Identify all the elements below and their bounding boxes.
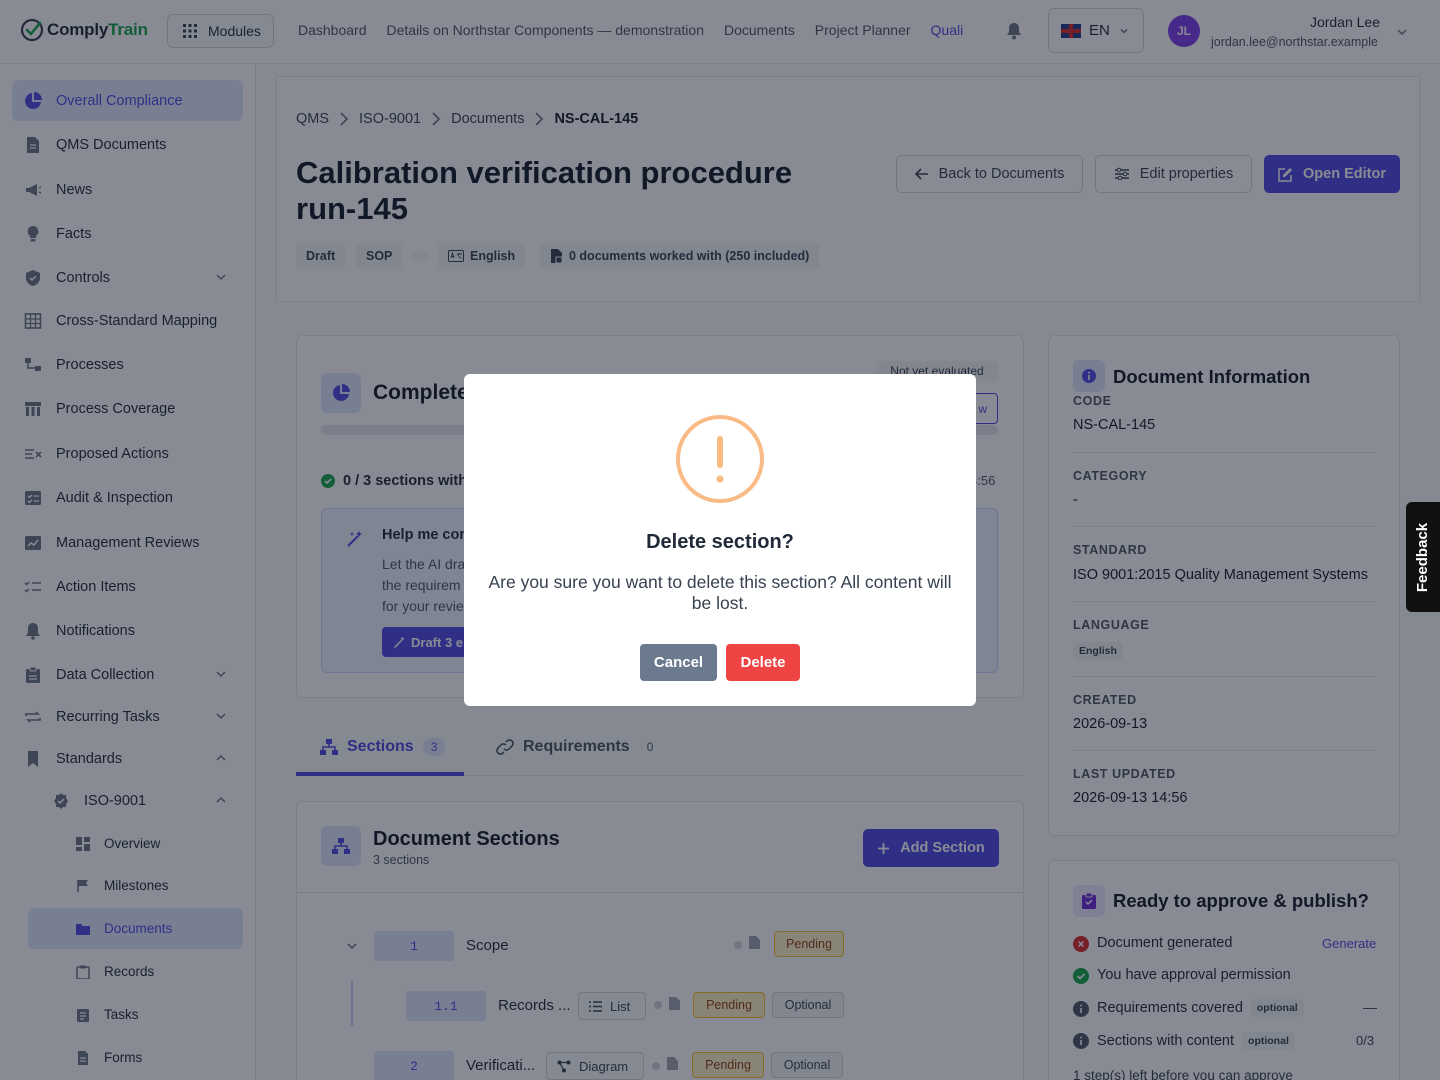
delete-section-dialog: Delete section? Are you sure you want to… xyxy=(464,374,976,706)
dialog-message: Are you sure you want to delete this sec… xyxy=(488,572,952,613)
warning-icon xyxy=(676,415,764,503)
feedback-tab[interactable]: Feedback xyxy=(1406,502,1440,612)
dialog-title: Delete section? xyxy=(646,531,794,553)
cancel-button[interactable]: Cancel xyxy=(640,644,717,681)
feedback-label: Feedback xyxy=(1414,522,1432,592)
delete-button[interactable]: Delete xyxy=(726,644,800,681)
